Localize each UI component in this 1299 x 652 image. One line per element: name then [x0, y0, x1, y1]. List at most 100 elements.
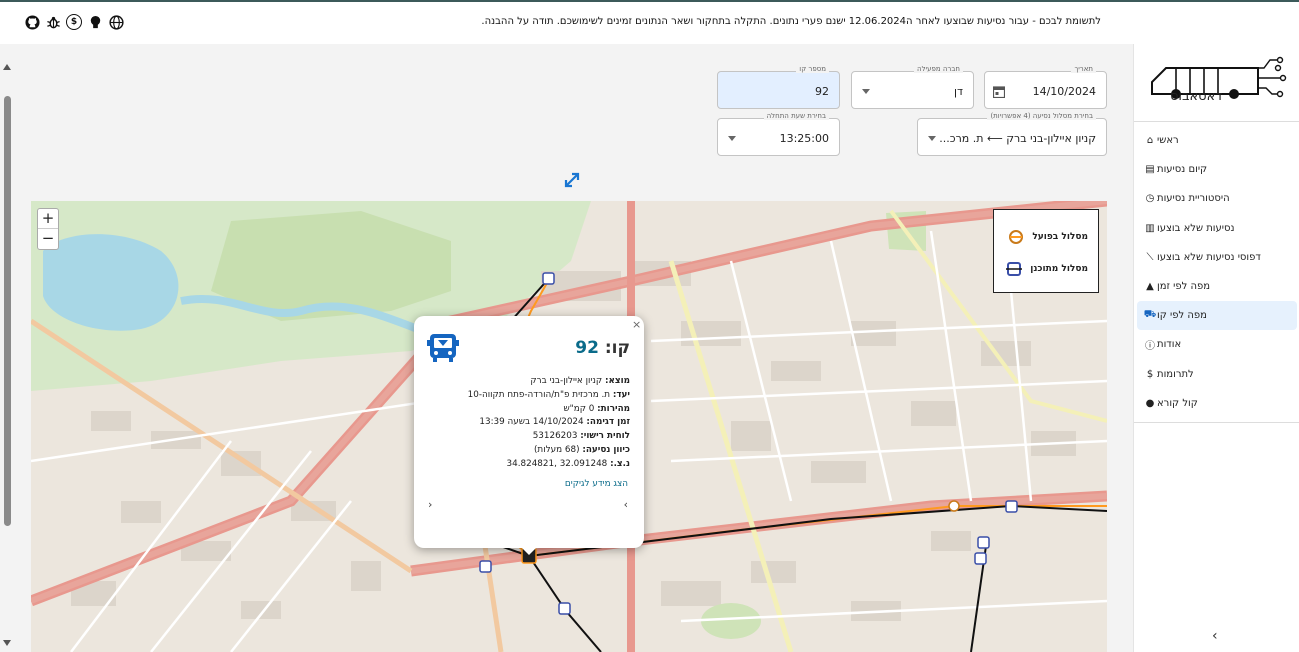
operator-value: דן — [953, 85, 963, 98]
route-select[interactable]: בחירת מסלול נסיעה (4 אפשרויות) קניון איי… — [917, 112, 1107, 156]
destination-label: יעד: — [612, 389, 630, 400]
home-icon: ⌂ — [1146, 135, 1154, 147]
operator-label: חברה מפעילה — [914, 65, 963, 73]
sidebar-item-label: דפוסי נסיעות שלא בוצעו — [1157, 251, 1261, 263]
sidebar-item-4[interactable]: ⟋ דפוסי נסיעות שלא בוצעו — [1137, 243, 1297, 272]
plate-label: לוחית רישוי: — [580, 431, 630, 442]
chevron-down-icon[interactable] — [728, 136, 736, 141]
start-time-select[interactable]: בחירת שעת התחלה 13:25:00 — [717, 112, 840, 156]
sidebar-menu: ⌂ ראשי ▤ קיום נסיעות ◷ היסטוריית נסיעות ▥ נסיעו… — [1134, 121, 1299, 423]
sidebar-item-label: מפה לפי זמן — [1157, 281, 1211, 293]
planned-route-icon — [1006, 262, 1023, 276]
route-label: בחירת מסלול נסיעה (4 אפשרויות) — [987, 112, 1096, 120]
zoom-out-button[interactable]: − — [38, 229, 58, 249]
sidebar-item-9[interactable]: ● קול קורא — [1137, 389, 1297, 418]
sidebar-item-label: אודות — [1157, 339, 1182, 351]
github-icon[interactable] — [24, 14, 40, 30]
popup-line-number: 92 — [575, 338, 599, 358]
data-gap-notice: לתשומת לבכם - עבור נסיעות שבוצעו לאחר ה1… — [481, 16, 1101, 27]
line-chart-icon: ⟋ — [1146, 251, 1154, 263]
sidebar-item-3[interactable]: ▥ נסיעות שלא בוצעו — [1137, 214, 1297, 243]
top-icons: $ — [24, 14, 124, 30]
bar-chart-icon: ▥ — [1145, 222, 1155, 234]
direction-label: כיוון נסיעה: — [582, 444, 630, 455]
operator-select[interactable]: חברה מפעילה דן — [851, 65, 974, 109]
sidebar-item-label: לתרומות — [1157, 368, 1194, 380]
line-number-value: 92 — [815, 85, 829, 98]
vehicle-popup: × קו: 92 מוצא: קניון איילון-בני ברק יעד:… — [414, 316, 644, 555]
info-icon: ⓘ — [1145, 341, 1155, 353]
legend-actual-row: מסלול בפועל — [1008, 230, 1088, 244]
speed-value: 0 קמ"ש — [563, 403, 595, 414]
sidebar-item-8[interactable]: $ לתרומות — [1137, 360, 1297, 389]
scroll-down-arrow-icon[interactable] — [3, 640, 11, 646]
start-time-label: בחירת שעת התחלה — [763, 112, 829, 120]
sidebar: דאטאבוס ⌂ ראשי ▤ קיום נסיעות ◷ היסטוריית נסיע… — [1133, 44, 1299, 652]
pin-icon: ● — [1145, 397, 1155, 409]
popup-title: קו: 92 — [575, 338, 630, 358]
legend-actual-label: מסלול בפועל — [1032, 232, 1088, 242]
collapse-sidebar-icon[interactable]: ‹ — [1212, 628, 1218, 644]
prev-arrow-icon[interactable]: › — [624, 498, 628, 511]
sidebar-item-6[interactable]: ⛟ מפה לפי קו — [1137, 301, 1297, 331]
zoom-in-button[interactable]: + — [38, 209, 58, 229]
top-bar: $ לתשומת לבכם - עבור נסיעות שבוצעו לאחר … — [0, 0, 1299, 44]
legend-planned-label: מסלול מתוכנן — [1030, 264, 1088, 274]
sample-time-label: זמן דגימה: — [586, 417, 630, 428]
sidebar-item-label: היסטוריית נסיעות — [1157, 193, 1230, 205]
sidebar-item-7[interactable]: ⓘ אודות — [1137, 330, 1297, 359]
date-value: 14/10/2024 — [1032, 85, 1096, 98]
coords-value: 32.091248 ,34.824821 — [506, 458, 608, 469]
table-icon: ▤ — [1145, 164, 1155, 176]
date-picker[interactable]: תאריך 14/10/2024 — [984, 65, 1107, 109]
sidebar-item-label: קיום נסיעות — [1157, 164, 1208, 176]
bus-icon — [427, 334, 459, 362]
sidebar-item-label: נסיעות שלא בוצעו — [1157, 222, 1235, 234]
radar-icon: ▲ — [1146, 281, 1154, 293]
legend-planned-row: מסלול מתוכנן — [1006, 262, 1088, 276]
speed-label: מהירות: — [597, 403, 630, 414]
logo-text: דאטאבוס — [1170, 89, 1223, 104]
calendar-icon[interactable] — [993, 85, 1005, 98]
chevron-down-icon[interactable] — [862, 89, 870, 94]
map-legend: מסלול בפועל מסלול מתוכנן — [993, 209, 1099, 293]
zoom-controls: + − — [37, 208, 59, 250]
sidebar-item-label: קול קורא — [1157, 397, 1198, 409]
history-icon: ◷ — [1145, 193, 1155, 205]
close-icon[interactable]: × — [632, 318, 641, 331]
popup-title-prefix: קו: — [604, 338, 630, 358]
popup-info: מוצא: קניון איילון-בני ברק יעד: ת. מרכזי… — [468, 375, 630, 472]
plate-value: 53126203 — [532, 431, 578, 442]
date-label: תאריך — [1071, 65, 1096, 73]
start-time-value: 13:25:00 — [779, 132, 829, 145]
route-value: קניון איילון-בני ברק ⟵ ת. מרכ... — [939, 132, 1096, 145]
destination-value: ת. מרכזית פ"ת/הורדה-פתח תקווה-10 — [467, 389, 611, 400]
actual-route-icon — [1009, 230, 1024, 244]
scroll-up-arrow-icon[interactable] — [3, 64, 11, 70]
chevron-down-icon[interactable] — [928, 136, 936, 141]
line-number-label: מספר קו — [796, 65, 829, 73]
sample-time-value: 14/10/2024 בשעה 13:39 — [479, 417, 584, 428]
scrollbar-thumb[interactable] — [4, 96, 11, 526]
origin-value: קניון איילון-בני ברק — [530, 376, 603, 386]
bug-icon[interactable] — [45, 14, 61, 30]
dollar-circle-icon[interactable]: $ — [66, 14, 82, 30]
sidebar-item-5[interactable]: ▲ מפה לפי זמן — [1137, 272, 1297, 301]
expand-map-icon[interactable] — [562, 170, 582, 190]
sidebar-item-2[interactable]: ◷ היסטוריית נסיעות — [1137, 184, 1297, 213]
sidebar-item-0[interactable]: ⌂ ראשי — [1137, 126, 1297, 155]
sidebar-item-1[interactable]: ▤ קיום נסיעות — [1137, 155, 1297, 184]
next-arrow-icon[interactable]: ‹ — [428, 498, 432, 511]
line-number-input[interactable]: מספר קו 92 — [717, 65, 840, 109]
lightbulb-icon[interactable] — [87, 14, 103, 30]
sidebar-item-label: מפה לפי קו — [1157, 310, 1207, 322]
sidebar-item-label: ראשי — [1157, 135, 1179, 147]
origin-label: מוצא: — [604, 376, 630, 386]
bus-map-icon: ⛟ — [1143, 309, 1157, 321]
direction-value: (68 מעלות) — [534, 444, 580, 455]
globe-icon[interactable] — [108, 14, 124, 30]
popup-pointer — [522, 548, 536, 555]
donate-icon: $ — [1146, 368, 1154, 380]
show-dev-info-link[interactable]: הצג מידע לגיקים — [565, 479, 628, 489]
coords-label: נ.צ.: — [610, 458, 630, 469]
